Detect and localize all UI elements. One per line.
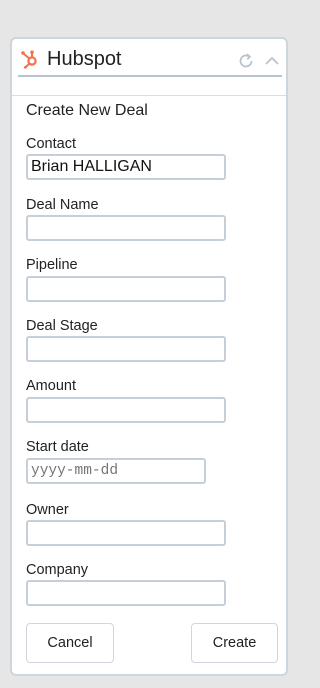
deal-name-label: Deal Name [26, 197, 99, 213]
owner-field[interactable] [26, 520, 226, 546]
pipeline-field[interactable] [26, 276, 226, 302]
pipeline-label: Pipeline [26, 257, 78, 273]
widget-header: Hubspot [18, 43, 282, 77]
create-button[interactable]: Create [191, 623, 278, 663]
cancel-button[interactable]: Cancel [26, 623, 114, 663]
header-divider [12, 95, 286, 96]
company-label: Company [26, 562, 89, 578]
contact-field[interactable] [26, 154, 226, 180]
start-date-field[interactable] [26, 458, 206, 484]
hubspot-widget: Hubspot Create New Deal Contact Deal Nam… [10, 37, 288, 676]
refresh-icon[interactable] [236, 51, 256, 71]
hubspot-sprocket-icon [21, 50, 37, 69]
widget-title: Hubspot [47, 48, 122, 70]
company-field[interactable] [26, 580, 226, 606]
deal-stage-label: Deal Stage [26, 318, 98, 334]
deal-stage-field[interactable] [26, 336, 226, 362]
start-date-label: Start date [26, 439, 89, 455]
form-title: Create New Deal [26, 102, 148, 119]
owner-label: Owner [26, 502, 69, 518]
contact-label: Contact [26, 136, 76, 152]
amount-label: Amount [26, 378, 76, 394]
chevron-up-icon[interactable] [262, 51, 282, 71]
amount-field[interactable] [26, 397, 226, 423]
deal-name-field[interactable] [26, 215, 226, 241]
